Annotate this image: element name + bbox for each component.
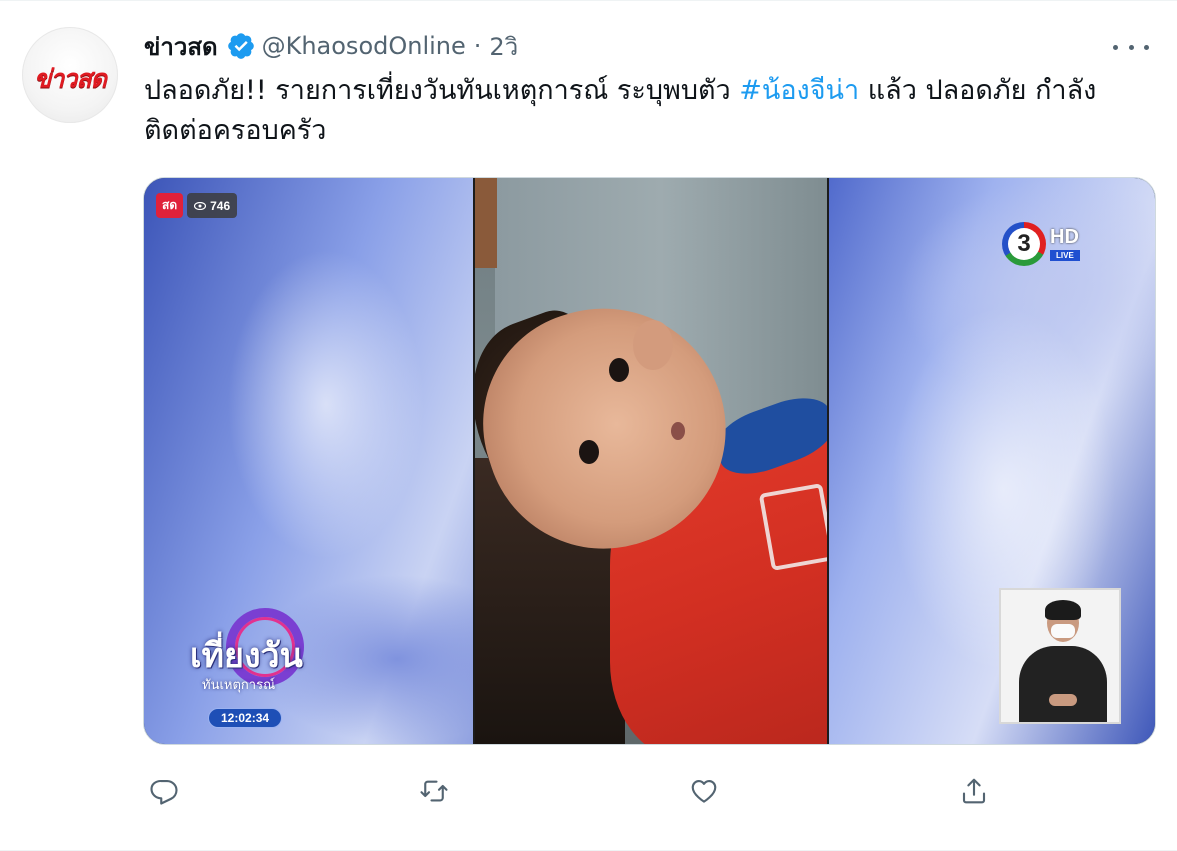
eye-icon [194, 201, 207, 210]
separator-dot: · [473, 32, 482, 60]
avatar[interactable]: ข่าวสด [22, 27, 118, 123]
more-options-icon[interactable] [1113, 35, 1149, 59]
like-icon [691, 779, 717, 803]
live-badge: สด [156, 193, 184, 218]
tweet-text: ปลอดภัย!! รายการเที่ยงวันทันเหตุการณ์ ระ… [144, 71, 1144, 151]
channel-3-logo: 3 HD LIVE [1002, 222, 1094, 270]
tweet-text-before: ปลอดภัย!! รายการเที่ยงวันทันเหตุการณ์ ระ… [144, 75, 740, 106]
avatar-logo-text: ข่าวสด [34, 64, 107, 93]
retweet-icon [420, 780, 448, 802]
live-badges: สด 746 [156, 193, 238, 218]
channel-number: 3 [1008, 228, 1040, 260]
user-handle[interactable]: @KhaosodOnline [262, 32, 466, 60]
like-button[interactable] [684, 769, 724, 813]
video-media[interactable]: สด 746 3 HD LIVE เที่ยงวัน ทันเหตุการณ์ … [143, 177, 1156, 745]
view-count: 746 [210, 198, 231, 213]
center-photo-child [475, 178, 827, 744]
show-logo: เที่ยงวัน ทันเหตุการณ์ [178, 608, 328, 698]
share-icon [962, 778, 986, 804]
tweet-actions [144, 769, 994, 813]
retweet-button[interactable] [414, 769, 454, 813]
sign-language-interpreter [999, 588, 1121, 724]
show-subtitle: ทันเหตุการณ์ [202, 678, 276, 693]
tweet-header: ข่าวสด @KhaosodOnline · 2วิ [144, 29, 518, 63]
verified-badge-icon [226, 31, 256, 61]
hashtag-link[interactable]: #น้องจีน่า [739, 75, 859, 106]
share-button[interactable] [954, 769, 994, 813]
channel-live: LIVE [1050, 250, 1080, 261]
display-name[interactable]: ข่าวสด [144, 27, 218, 66]
channel-hd: HD [1050, 226, 1079, 248]
tweet-timestamp[interactable]: 2วิ [489, 27, 518, 66]
tweet[interactable]: ข่าวสด ข่าวสด @KhaosodOnline · 2วิ ปลอดภ… [0, 0, 1177, 851]
reply-button[interactable] [144, 769, 184, 813]
reply-icon [150, 779, 178, 805]
broadcast-clock: 12:02:34 [208, 708, 283, 728]
view-count-badge: 746 [187, 193, 238, 218]
